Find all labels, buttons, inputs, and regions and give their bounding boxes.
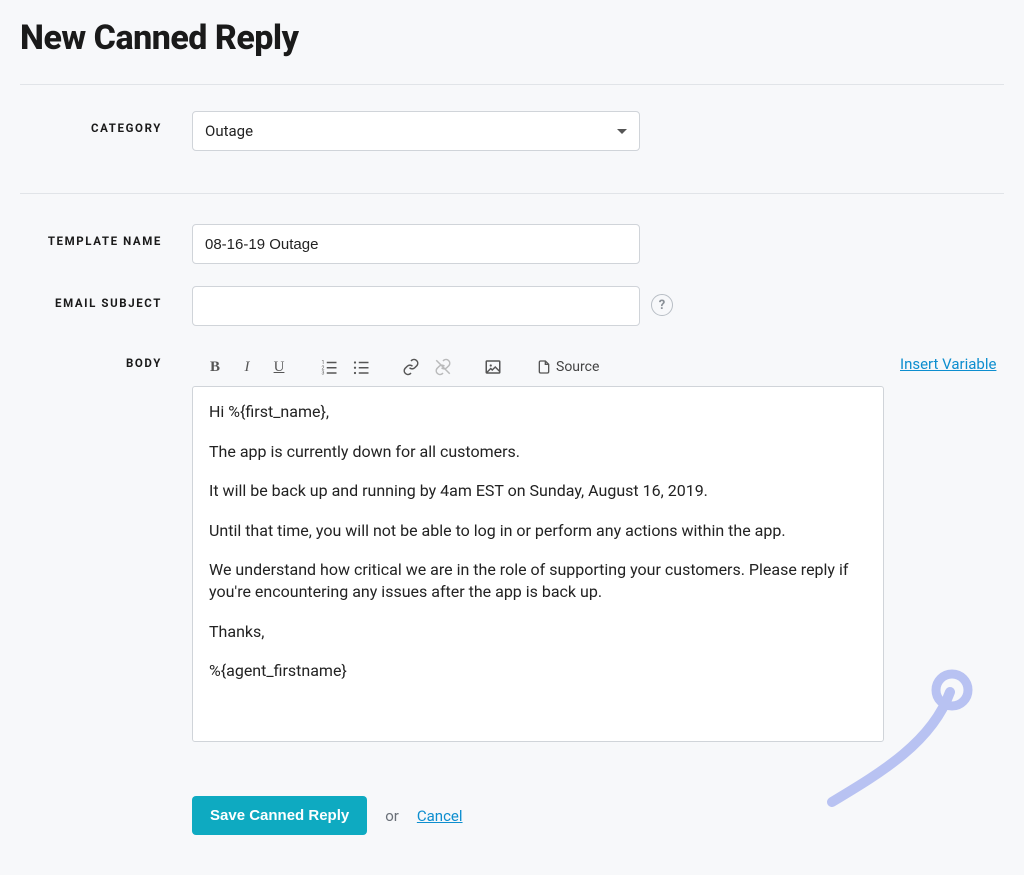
category-label: CATEGORY [20, 111, 192, 135]
italic-icon[interactable]: I [234, 354, 260, 380]
underline-icon[interactable]: U [266, 354, 292, 380]
body-paragraph: We understand how critical we are in the… [209, 559, 867, 602]
body-editor[interactable]: Hi %{first_name}, The app is currently do… [192, 386, 884, 742]
source-button-label: Source [556, 359, 599, 375]
ordered-list-icon[interactable]: 123 [316, 354, 342, 380]
body-paragraph: The app is currently down for all custom… [209, 441, 867, 463]
divider [20, 193, 1004, 194]
insert-variable-link[interactable]: Insert Variable [900, 355, 996, 373]
source-button[interactable]: Source [530, 354, 605, 380]
page-title: New Canned Reply [20, 18, 1004, 58]
template-name-input[interactable] [192, 224, 640, 264]
or-text: or [385, 807, 399, 825]
divider [20, 84, 1004, 85]
unordered-list-icon[interactable] [348, 354, 374, 380]
email-subject-label: EMAIL SUBJECT [20, 286, 192, 310]
help-icon[interactable]: ? [651, 294, 673, 316]
save-button[interactable]: Save Canned Reply [192, 796, 367, 835]
link-icon[interactable] [398, 354, 424, 380]
bold-icon[interactable]: B [202, 354, 228, 380]
body-paragraph: Thanks, [209, 621, 867, 643]
body-paragraph: Hi %{first_name}, [209, 401, 867, 423]
email-subject-input[interactable] [192, 286, 640, 326]
unlink-icon[interactable] [430, 354, 456, 380]
template-name-label: TEMPLATE NAME [20, 224, 192, 248]
editor-toolbar: B I U 123 [192, 348, 884, 386]
svg-text:3: 3 [322, 371, 325, 377]
cancel-link[interactable]: Cancel [417, 807, 463, 825]
body-label: BODY [20, 348, 192, 370]
body-paragraph: Until that time, you will not be able to… [209, 520, 867, 542]
body-paragraph: %{agent_firstname} [209, 660, 867, 682]
image-icon[interactable] [480, 354, 506, 380]
category-select[interactable]: Outage [192, 111, 640, 151]
category-select-value: Outage [205, 122, 253, 140]
body-paragraph: It will be back up and running by 4am ES… [209, 480, 867, 502]
chevron-down-icon [617, 129, 627, 134]
